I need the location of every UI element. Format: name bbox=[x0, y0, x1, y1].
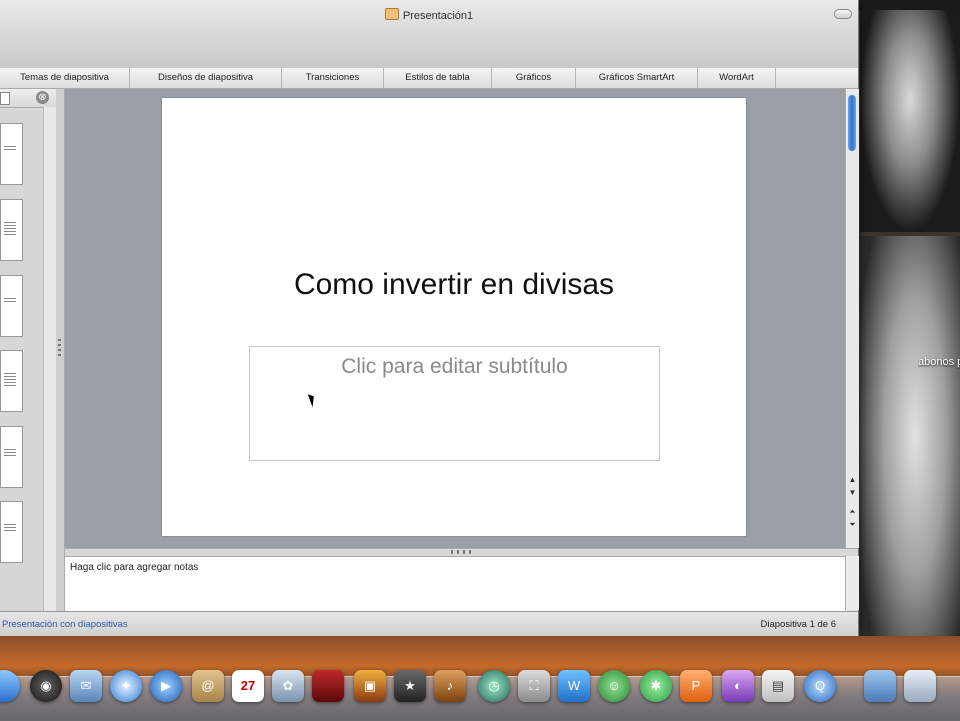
splitter-grip-icon bbox=[58, 339, 61, 357]
messenger-icon[interactable]: W bbox=[558, 670, 590, 702]
scroll-thumb[interactable] bbox=[848, 95, 856, 151]
thumbnail-text-lines bbox=[4, 373, 16, 387]
garageband-icon[interactable]: ♪ bbox=[434, 670, 466, 702]
notes-pane[interactable]: Haga clic para agregar notas bbox=[65, 556, 845, 611]
thumbnail-text-lines bbox=[4, 449, 16, 457]
address-book-icon[interactable]: @ bbox=[192, 670, 224, 702]
desktop-file-label[interactable]: abonos plugin bbox=[918, 355, 960, 369]
tab-wordart[interactable]: WordArt bbox=[698, 68, 776, 88]
slide-thumbnail-4[interactable] bbox=[0, 350, 23, 412]
subtitle-placeholder[interactable]: Clic para editar subtítulo bbox=[250, 355, 659, 379]
notes-resize-handle[interactable] bbox=[65, 548, 858, 556]
slide-thumbnail-5[interactable] bbox=[0, 426, 23, 488]
safari-icon[interactable]: ✦ bbox=[110, 670, 142, 702]
powerpoint-icon[interactable]: ◐ bbox=[722, 670, 754, 702]
slide-position-label: Diapositiva 1 de 6 bbox=[760, 619, 836, 630]
pane-splitter[interactable] bbox=[56, 89, 65, 611]
desktop-photo-portrait-bottom bbox=[860, 236, 960, 680]
thumbnail-text-lines bbox=[4, 222, 16, 236]
document-icon[interactable]: ▤ bbox=[762, 670, 794, 702]
quicktime-icon[interactable]: Q bbox=[804, 670, 836, 702]
title-bar[interactable]: Presentación1 bbox=[0, 0, 858, 69]
network-icon[interactable]: ✱ bbox=[640, 670, 672, 702]
imovie-icon[interactable]: ★ bbox=[394, 670, 426, 702]
status-bar: Presentación con diapositivas Diapositiv… bbox=[0, 611, 858, 637]
tab-disenos-de-diapositiva[interactable]: Diseños de diapositiva bbox=[130, 68, 282, 88]
ichat-icon[interactable]: ▶ bbox=[150, 670, 182, 702]
view-mode-label[interactable]: Presentación con diapositivas bbox=[2, 619, 128, 630]
notes-placeholder[interactable]: Haga clic para agregar notas bbox=[70, 562, 198, 573]
photo-booth-icon[interactable] bbox=[312, 670, 344, 702]
slide-vertical-scrollbar[interactable]: ▲ ▼ ⏶ ⏷ bbox=[845, 89, 859, 548]
ical-icon[interactable]: 27 bbox=[232, 670, 264, 702]
thumbnail-text-lines bbox=[4, 146, 16, 150]
dashboard-icon[interactable]: ◉ bbox=[30, 670, 62, 702]
tab-temas-de-diapositiva[interactable]: Temas de diapositiva bbox=[0, 68, 130, 88]
slide-editing-area: Como invertir en divisas Clic para edita… bbox=[65, 89, 845, 548]
slide-canvas[interactable]: Como invertir en divisas Clic para edita… bbox=[162, 98, 746, 536]
preview-icon[interactable]: ⛶ bbox=[518, 670, 550, 702]
view-toggle-icon[interactable] bbox=[0, 92, 10, 105]
navigation-scrollbar[interactable] bbox=[43, 107, 56, 611]
word-icon[interactable]: P bbox=[680, 670, 712, 702]
slide-thumbnail-1[interactable] bbox=[0, 123, 23, 185]
thumbnail-text-lines bbox=[4, 298, 16, 304]
iphoto-icon[interactable]: ✿ bbox=[272, 670, 304, 702]
document-icon bbox=[384, 8, 399, 20]
tab-estilos-de-tabla[interactable]: Estilos de tabla bbox=[384, 68, 492, 88]
notes-scrollbar[interactable] bbox=[845, 556, 859, 610]
tab-transiciones[interactable]: Transiciones bbox=[282, 68, 384, 88]
slide-thumbnail-2[interactable] bbox=[0, 199, 23, 261]
tab-graficos-smartart[interactable]: Gráficos SmartArt bbox=[576, 68, 698, 88]
grip-dots-icon bbox=[451, 550, 471, 554]
mail-icon[interactable]: ✉ bbox=[70, 670, 102, 702]
scroll-up-arrow-icon[interactable]: ▲ bbox=[846, 473, 859, 486]
previous-slide-icon[interactable]: ⏶ bbox=[846, 505, 859, 518]
scroll-down-arrow-icon[interactable]: ▼ bbox=[846, 486, 859, 499]
contacts-icon[interactable]: ☺ bbox=[598, 670, 630, 702]
close-icon[interactable]: ⊗ bbox=[36, 91, 49, 104]
folder-icon[interactable] bbox=[864, 670, 896, 702]
navigation-pane-header: ⊗ bbox=[0, 89, 56, 108]
next-slide-icon[interactable]: ⏷ bbox=[846, 518, 859, 531]
slide-navigation-pane: ⊗ bbox=[0, 89, 57, 611]
image-capture-icon[interactable]: ▣ bbox=[354, 670, 386, 702]
desktop-photo-portrait-top bbox=[860, 10, 960, 232]
thumbnail-text-lines bbox=[4, 524, 16, 532]
time-machine-icon[interactable]: ◷ bbox=[478, 670, 510, 702]
slide-title[interactable]: Como invertir en divisas bbox=[162, 268, 746, 302]
slide-thumbnail-3[interactable] bbox=[0, 275, 23, 337]
window-title: Presentación1 bbox=[0, 8, 858, 22]
powerpoint-window: Presentación1 Temas de diapositiva Diseñ… bbox=[0, 0, 859, 637]
slide-thumbnail-6[interactable] bbox=[0, 501, 23, 563]
tab-graficos[interactable]: Gráficos bbox=[492, 68, 576, 88]
downloads-icon[interactable] bbox=[904, 670, 936, 702]
ribbon-tabs: Temas de diapositiva Diseños de diaposit… bbox=[0, 68, 858, 89]
toolbar-toggle-button[interactable] bbox=[834, 9, 852, 19]
